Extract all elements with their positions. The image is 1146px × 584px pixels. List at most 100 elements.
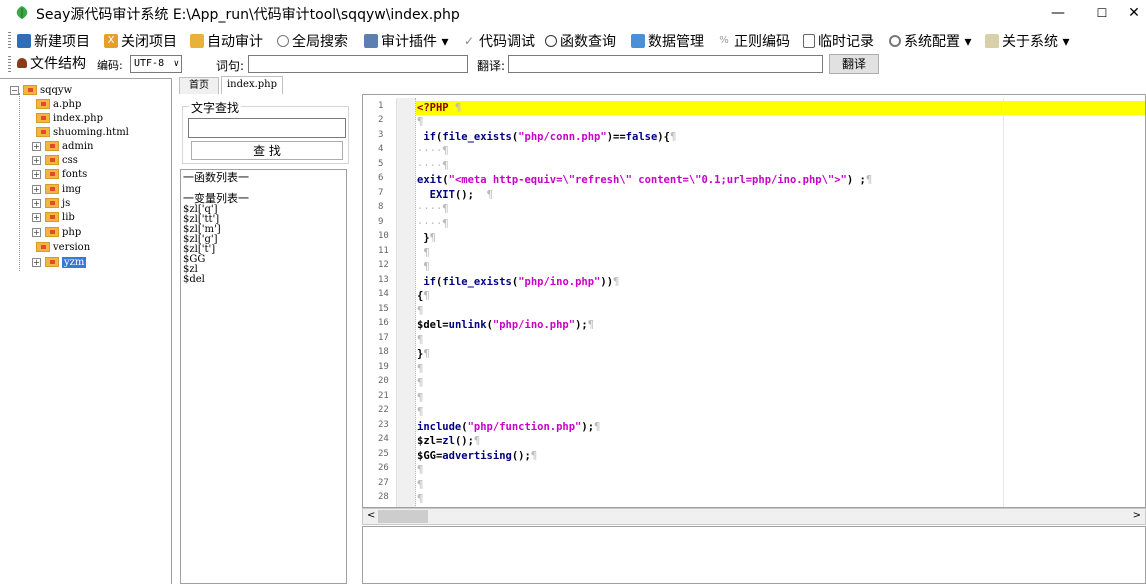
app-logo-icon [16,6,28,19]
temp-notes-label: 临时记录 [818,34,874,50]
text-search-legend: 文字查找 [189,99,242,116]
text-search-input[interactable] [188,118,346,138]
expand-icon[interactable]: + [32,169,41,179]
tree-item-label: php [62,226,82,238]
folder-icon [45,141,59,151]
pilcrow: ¶ [594,421,601,433]
line-number: 2 [378,115,384,125]
pilcrow: ¶ [417,392,424,404]
regex-encode-button[interactable]: % 正则编码 [717,31,790,51]
folder-icon [45,198,59,208]
auto-audit-button[interactable]: 自动审计 [190,31,263,51]
temp-notes-button[interactable]: 临时记录 [803,31,874,51]
code-line-20: ¶ [417,376,423,390]
horizontal-scrollbar[interactable]: < > [362,508,1146,525]
encoding-select[interactable]: UTF-8 ∨ [130,55,182,73]
line-number: 26 [378,463,389,473]
horizontal-scroll-thumb[interactable] [378,510,428,523]
tab-home[interactable]: 首页 [179,77,219,94]
tree-item-js[interactable]: + js [32,196,70,210]
folder-icon [45,257,59,267]
pilcrow: ¶ [417,377,424,389]
tree-item-version[interactable]: version [36,240,90,254]
expand-icon[interactable]: + [32,198,41,208]
expand-icon[interactable]: + [32,212,41,222]
folder-icon [23,85,37,95]
variable-list-header: 一变量列表一 [183,192,249,205]
pilcrow: ¶ [454,102,462,114]
file-structure-button[interactable]: 文件结构 [17,53,86,73]
code-line-17: ¶ [417,333,423,347]
translate-button[interactable]: 翻译 [829,54,879,74]
code-line-26: ¶ [417,463,423,477]
code-line-21: ¶ [417,391,423,405]
text-search-button[interactable]: 查 找 [191,141,343,160]
pilcrow: ¶ [669,131,677,143]
variable-item[interactable]: $del [183,275,205,285]
pilcrow: ¶ [417,479,424,491]
close-project-button[interactable]: X 关闭项目 [104,31,177,51]
regex-encode-label: 正则编码 [734,34,790,50]
expand-icon[interactable]: + [32,141,41,151]
code-line-19: ¶ [417,362,423,376]
expand-icon[interactable]: + [32,184,41,194]
tree-item-img[interactable]: + img [32,182,81,196]
expand-icon[interactable]: + [32,227,41,237]
tree-item-label: yzm [62,256,87,268]
translate-input[interactable] [508,55,823,73]
tree-item-shuoming[interactable]: shuoming.html [36,125,129,139]
scroll-right-icon[interactable]: > [1133,510,1141,521]
code-line-8: ····¶ [417,203,449,215]
code-line-4: ····¶ [417,145,449,157]
code-editor[interactable]: 1 2 3 4 5 6 7 8 9 10 11 12 13 14 15 16 17 18 19 20 21 22 23 24 2… [362,94,1146,508]
fold-margin[interactable] [397,98,416,507]
pilcrow: ¶ [442,203,449,215]
tree-item-admin[interactable]: + admin [32,139,93,153]
expand-icon[interactable]: + [32,155,41,165]
tree-item-a-php[interactable]: a.php [36,97,81,111]
audit-plugin-menu[interactable]: 审计插件 ▾ [364,31,448,51]
line-number: 13 [378,275,389,285]
html-file-icon [36,127,50,137]
tree-item-lib[interactable]: + lib [32,210,75,224]
code-line-25: $GG=advertising();¶ [417,450,538,462]
tab-index-php[interactable]: index.php [221,76,283,94]
encoding-value: UTF-8 [134,58,165,69]
toolbar-grip-2[interactable] [8,56,11,72]
collapse-icon[interactable]: − [10,85,19,95]
tree-item-yzm[interactable]: + yzm [32,255,87,269]
tree-item-php[interactable]: + php [32,225,81,239]
code-line-23: include("php/function.php");¶ [417,421,601,433]
tree-item-label: version [53,241,91,253]
close-window-button[interactable]: ✕ [1122,0,1146,26]
global-search-button[interactable]: 全局搜索 [277,31,348,51]
tree-item-css[interactable]: + css [32,153,78,167]
data-manage-button[interactable]: 数据管理 [631,31,704,51]
pilcrow: ¶ [417,406,424,418]
php-file-icon [36,113,50,123]
tree-item-fonts[interactable]: + fonts [32,167,87,181]
line-number: 17 [378,333,389,343]
pilcrow: ¶ [423,261,430,273]
folder-icon [45,169,59,179]
tree-item-label: admin [62,140,94,152]
code-debug-button[interactable]: ✓ 代码调试 [462,31,535,51]
line-number-gutter: 1 2 3 4 5 6 7 8 9 10 11 12 13 14 15 16 17 18 19 20 21 22 23 24 2… [376,98,397,507]
maximize-button[interactable]: ☐ [1082,0,1122,26]
function-query-button[interactable]: 函数查询 [545,31,616,51]
tree-item-label: fonts [62,168,88,180]
minimize-button[interactable]: — [1038,0,1078,26]
tree-item-label: js [62,197,71,209]
expand-icon[interactable]: + [32,257,41,267]
code-line-6: exit("<meta http-equiv=\"refresh\" conte… [417,174,873,186]
about-system-menu[interactable]: 关于系统 ▾ [985,31,1069,51]
word-input[interactable] [248,55,468,73]
code-line-10: }¶ [417,232,436,244]
toolbar-grip[interactable] [8,32,11,48]
tree-item-index-php[interactable]: index.php [36,111,103,125]
tree-root[interactable]: − sqqyw [10,83,72,97]
title-bar: Seay源代码审计系统 E:\App_run\代码审计tool\sqqyw\in… [0,0,1146,26]
system-config-menu[interactable]: 系统配置 ▾ [889,31,971,51]
scroll-left-icon[interactable]: < [367,510,375,521]
new-project-button[interactable]: 新建项目 [17,31,90,51]
